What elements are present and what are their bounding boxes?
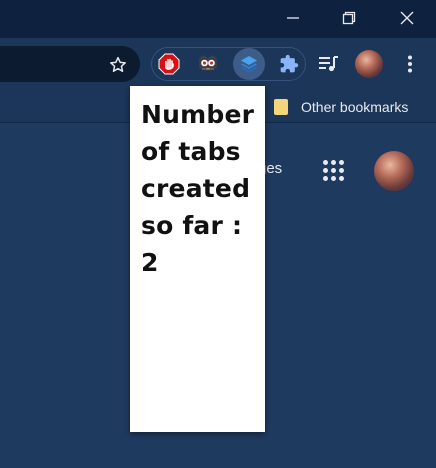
extensions-button[interactable]: [275, 50, 303, 78]
close-button[interactable]: [384, 0, 430, 36]
profile-avatar-button[interactable]: [355, 50, 383, 78]
other-bookmarks-label: Other bookmarks: [301, 99, 409, 115]
tab-count-message: Number of tabs created so far : 2: [141, 100, 255, 277]
window-titlebar: [0, 0, 436, 38]
close-icon: [400, 11, 414, 25]
owl-extension-icon: [199, 55, 217, 71]
minimize-icon: [287, 17, 299, 19]
google-apps-button[interactable]: [321, 158, 347, 184]
adblock-extension-button[interactable]: [155, 50, 183, 78]
restore-button[interactable]: [326, 0, 372, 36]
tab-counter-layers-icon: [241, 56, 257, 73]
folder-icon: [274, 99, 288, 115]
media-control-button[interactable]: [314, 50, 342, 78]
google-account-avatar[interactable]: [374, 151, 414, 191]
restore-icon: [342, 11, 356, 25]
adblock-hand-icon: [158, 53, 180, 75]
tab-counter-popup: Number of tabs created so far : 2: [130, 86, 265, 432]
chrome-menu-button[interactable]: [396, 50, 424, 78]
extensions-puzzle-icon: [280, 54, 299, 73]
three-dot-menu-icon: [408, 55, 412, 73]
tab-counter-extension-button[interactable]: [233, 48, 265, 80]
minimize-button[interactable]: [270, 0, 316, 36]
browser-toolbar: [0, 38, 436, 92]
owl-extension-button[interactable]: [194, 50, 222, 78]
media-control-icon: [319, 56, 338, 72]
other-bookmarks-folder[interactable]: Other bookmarks: [272, 94, 408, 120]
star-outline-icon: [110, 56, 126, 72]
bookmark-star-button[interactable]: [108, 55, 128, 75]
